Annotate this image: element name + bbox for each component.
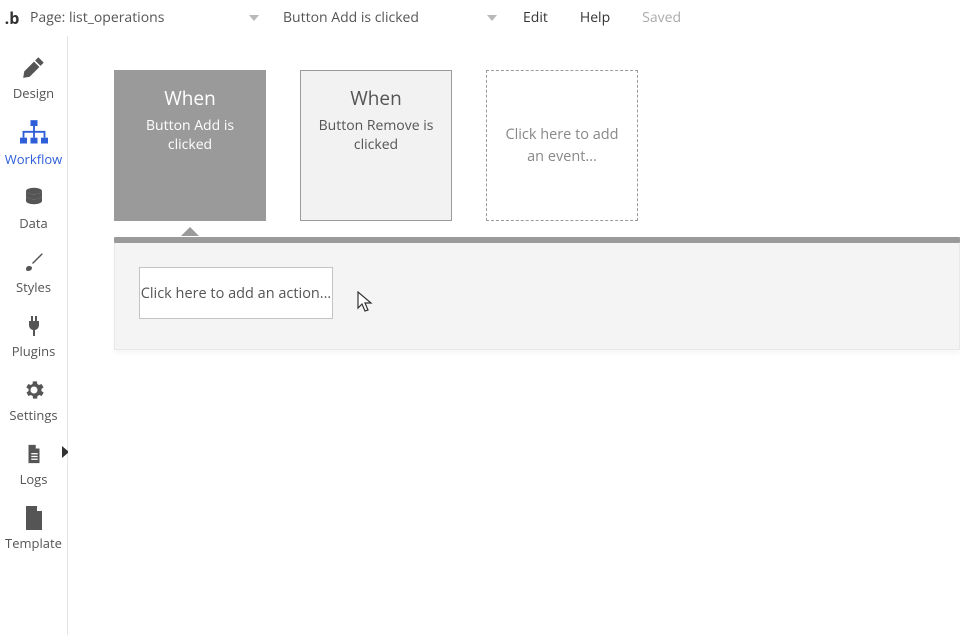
actions-panel: Click here to add an action... [114,243,960,350]
event-selector-label: Button Add is clicked [283,8,419,27]
plug-icon [22,314,46,338]
top-bar: .b Page: list_operations Button Add is c… [0,0,960,36]
add-action-label: Click here to add an action... [141,284,331,303]
workflow-icon [20,120,48,146]
event-when-label: When [350,85,402,111]
page-selector-dropdown[interactable]: Page: list_operations [24,0,269,36]
sidebar-item-template[interactable]: Template [1,498,67,562]
design-icon [21,54,47,80]
sidebar-item-settings[interactable]: Settings [1,370,67,434]
chevron-down-icon [249,15,259,21]
database-icon [22,186,46,210]
events-row: When Button Add is clicked When Button R… [114,70,960,221]
sidebar-label: Plugins [12,342,56,360]
edit-menu[interactable]: Edit [507,0,564,36]
page-selector-label: Page: list_operations [30,8,164,27]
event-card[interactable]: When Button Remove is clicked [300,70,452,221]
event-when-label: When [164,85,216,111]
sidebar-label: Data [19,214,48,232]
sidebar-item-workflow[interactable]: Workflow [1,112,67,178]
sidebar-item-data[interactable]: Data [1,178,67,242]
sidebar-label: Template [5,534,62,552]
main-area: Design Workflow Data Style [0,36,960,635]
sidebar-label: Design [13,84,54,102]
event-card-selected[interactable]: When Button Add is clicked [114,70,266,221]
help-menu[interactable]: Help [564,0,626,36]
sidebar-label: Settings [9,406,57,424]
sidebar-item-styles[interactable]: Styles [1,242,67,306]
save-status: Saved [626,0,697,36]
brush-icon [22,250,46,274]
page-icon [24,506,44,530]
event-description: Button Add is clicked [125,117,255,155]
logo: .b [0,0,24,36]
add-event-placeholder[interactable]: Click here to add an event... [486,70,638,221]
add-action-placeholder[interactable]: Click here to add an action... [139,267,333,319]
sidebar-label: Logs [20,470,48,488]
chevron-down-icon [487,15,497,21]
sidebar-label: Workflow [5,150,63,168]
file-icon [23,442,45,466]
sidebar-item-logs[interactable]: Logs [1,434,67,498]
add-event-label: Click here to add an event... [505,124,619,166]
workflow-canvas: When Button Add is clicked When Button R… [68,36,960,635]
sidebar-item-design[interactable]: Design [1,46,67,112]
sidebar: Design Workflow Data Style [0,36,68,635]
sidebar-item-plugins[interactable]: Plugins [1,306,67,370]
gear-icon [22,378,46,402]
event-selector-dropdown[interactable]: Button Add is clicked [277,0,507,36]
sidebar-label: Styles [16,278,51,296]
event-description: Button Remove is clicked [311,117,441,155]
